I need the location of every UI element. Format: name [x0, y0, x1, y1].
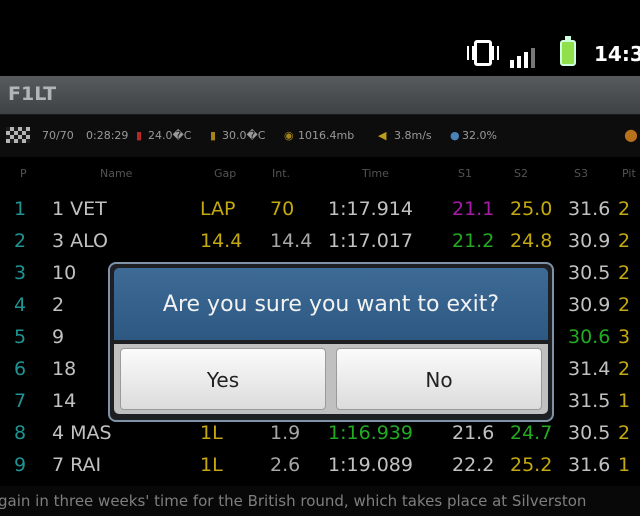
dialog-header: Are you sure you want to exit? — [114, 268, 548, 340]
status-bar: 14:31 — [0, 0, 640, 76]
status-time: 14:31 — [594, 42, 640, 66]
yes-button[interactable]: Yes — [120, 348, 326, 410]
dialog-title: Are you sure you want to exit? — [162, 292, 500, 317]
dialog-button-bar: Yes No — [114, 344, 548, 414]
vibrate-icon — [467, 40, 499, 66]
exit-dialog: Are you sure you want to exit? Yes No — [108, 262, 554, 422]
battery-icon — [560, 36, 576, 66]
no-button[interactable]: No — [336, 348, 542, 410]
signal-icon — [510, 46, 540, 68]
